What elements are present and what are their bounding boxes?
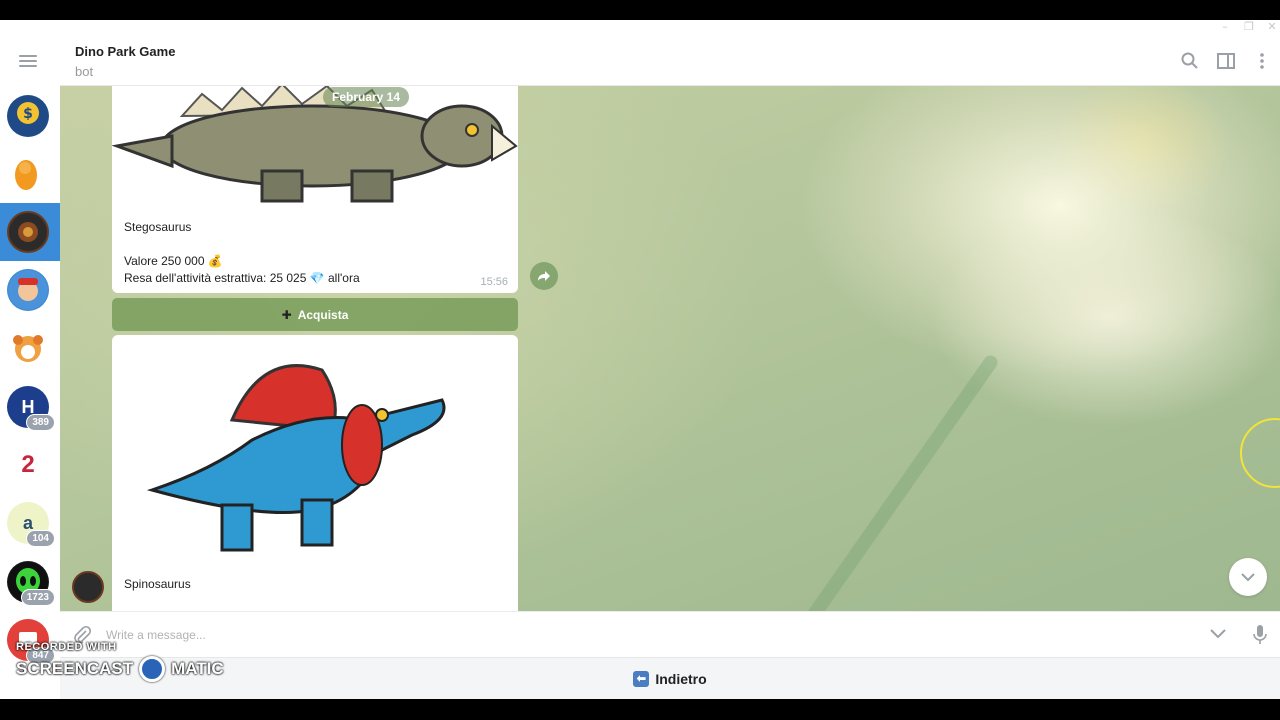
chat-avatar-9[interactable]: 1723	[7, 561, 55, 606]
bot-keyboard-toggle-icon[interactable]	[1209, 628, 1227, 640]
chat-avatar-7[interactable]: 2	[7, 444, 49, 486]
chat-avatar-5[interactable]	[7, 327, 49, 369]
date-separator: February 14	[323, 87, 410, 107]
message-spinosaurus[interactable]: Spinosaurus	[112, 335, 518, 611]
more-options-icon[interactable]	[1252, 51, 1272, 71]
dino-yield: Resa dell'attività estrattiva: 25 025 💎 …	[124, 271, 360, 285]
back-button[interactable]: ⬅ Indietro	[60, 658, 1280, 699]
buy-button-label: Acquista	[297, 307, 349, 322]
stegosaurus-image	[112, 86, 518, 203]
chevron-down-icon	[1241, 573, 1255, 582]
back-arrow-icon: ⬅	[633, 671, 650, 687]
unread-badge: 104	[26, 530, 55, 547]
dino-value: Valore 250 000 💰	[124, 254, 223, 268]
message-time: 15:56	[480, 276, 508, 288]
bot-avatar[interactable]	[72, 571, 104, 603]
screencast-watermark: RECORDED WITH SCREENCAST MATIC	[16, 641, 224, 682]
dino-name: Spinosaurus	[124, 577, 191, 591]
window-title-bar: – ❐ ✕	[0, 20, 1280, 35]
scroll-down-button[interactable]	[1229, 558, 1267, 596]
chat-header: Dino Park Game bot	[60, 35, 1280, 86]
plus-icon: ✚	[281, 307, 292, 322]
watermark-brand-left: SCREENCAST	[16, 659, 134, 678]
chat-avatar-6[interactable]: H 389	[7, 386, 55, 431]
cursor-highlight	[1240, 418, 1280, 488]
brand-logo-icon: 2	[21, 451, 35, 478]
chat-history[interactable]: February 14 Stegosaurus Valore 250 000 💰…	[60, 86, 1280, 611]
buy-button[interactable]: ✚ Acquista	[112, 298, 518, 331]
chat-avatar-2[interactable]	[7, 153, 49, 195]
forward-button[interactable]	[530, 262, 558, 290]
watermark-logo-icon	[139, 656, 166, 682]
chat-list-sidebar: $ H 389 2 a 104 1723 847	[0, 35, 60, 699]
message-input[interactable]	[106, 625, 1006, 645]
chat-avatar-dino-park[interactable]	[7, 211, 49, 253]
cartoon-character-icon	[8, 270, 48, 310]
cartoon-dog-icon	[13, 335, 43, 362]
minimize-button[interactable]: –	[1215, 20, 1235, 33]
chat-avatar-8[interactable]: a 104	[7, 502, 55, 547]
unread-badge: 1723	[20, 589, 55, 606]
chat-avatar-1[interactable]: $	[7, 95, 49, 137]
menu-icon[interactable]	[19, 55, 37, 67]
chat-title[interactable]: Dino Park Game	[75, 44, 175, 59]
svg-text:$: $	[23, 106, 33, 122]
spinosaurus-image	[146, 364, 446, 552]
watermark-line1: RECORDED WITH	[16, 641, 117, 653]
message-composer	[60, 611, 1280, 657]
dino-emblem-icon	[18, 222, 38, 242]
dino-name: Stegosaurus	[124, 220, 192, 234]
bot-keyboard: ⬅ Indietro	[60, 657, 1280, 699]
close-button[interactable]: ✕	[1262, 20, 1280, 33]
watermark-brand-right: MATIC	[171, 659, 224, 678]
back-button-label: Indietro	[655, 671, 707, 687]
cartoon-fox-icon	[15, 160, 37, 190]
restore-button[interactable]: ❐	[1239, 20, 1259, 33]
microphone-icon[interactable]	[1252, 624, 1268, 646]
search-icon[interactable]	[1180, 51, 1200, 71]
wallpaper-stem	[793, 352, 1001, 611]
sidebar-toggle-icon[interactable]	[1216, 51, 1236, 71]
telegram-window: – ❐ ✕ $ H 389 2 a 104 1723 847 Dino Park…	[0, 20, 1280, 699]
forward-arrow-icon	[538, 271, 550, 281]
chat-subtitle: bot	[75, 64, 94, 79]
unread-badge: 389	[26, 414, 55, 431]
message-stegosaurus[interactable]: February 14 Stegosaurus Valore 250 000 💰…	[112, 86, 518, 293]
chat-avatar-4[interactable]	[7, 269, 49, 311]
dollar-bot-icon: $	[8, 96, 48, 136]
